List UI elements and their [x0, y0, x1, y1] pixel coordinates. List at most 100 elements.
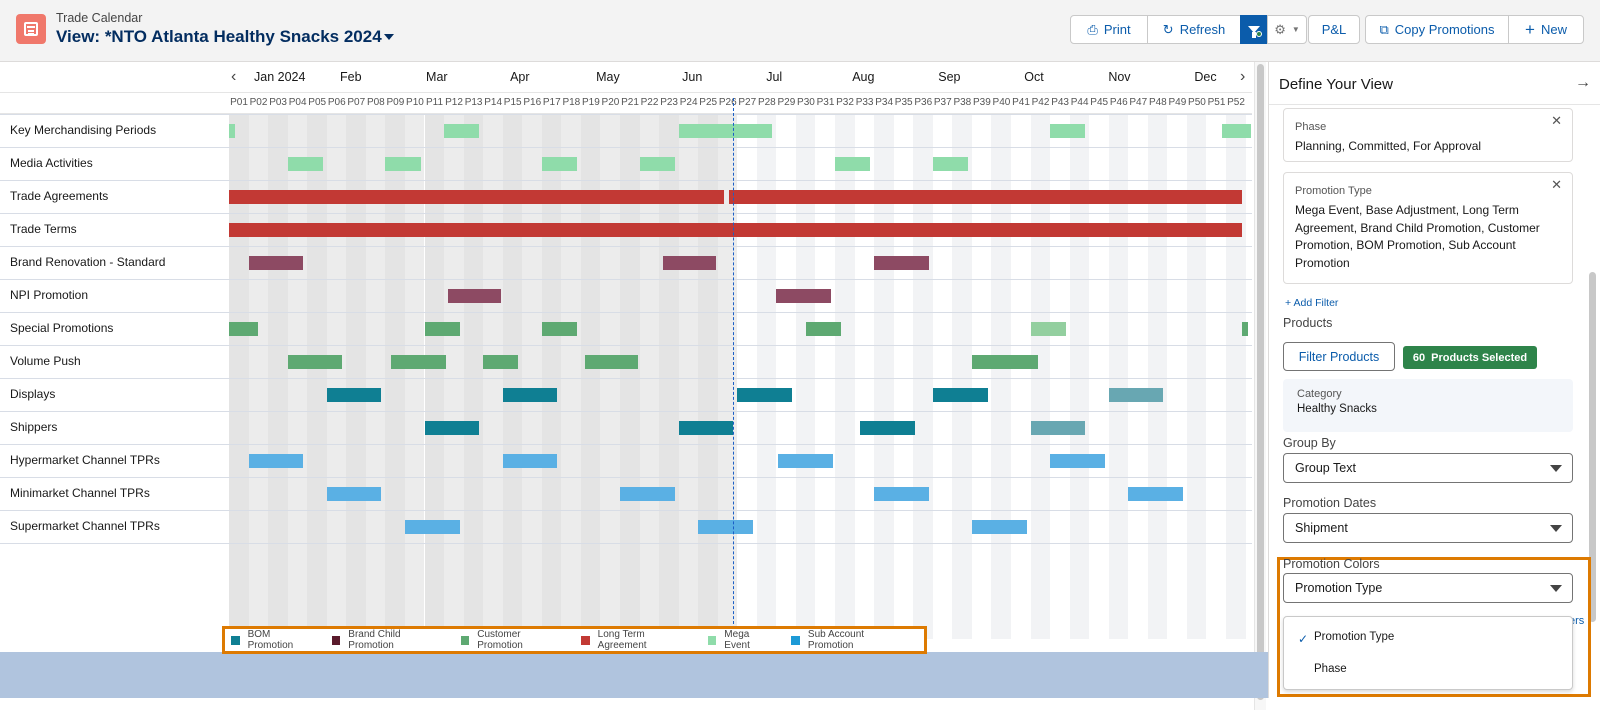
promotion-bar[interactable]	[502, 388, 558, 402]
filter-products-button[interactable]: Filter Products	[1283, 342, 1395, 371]
collapse-panel-arrow-icon[interactable]: →	[1575, 74, 1591, 92]
promotion-bar[interactable]	[444, 124, 480, 138]
close-icon[interactable]: ✕	[1551, 113, 1562, 129]
legend-swatch	[231, 635, 240, 645]
page-header: Trade Calendar View: *NTO Atlanta Health…	[0, 0, 1600, 62]
pl-button[interactable]: P&L	[1308, 15, 1360, 44]
promotion-bar[interactable]	[1222, 124, 1252, 138]
promotion-bar[interactable]	[639, 157, 675, 171]
filter-value: Mega Event, Base Adjustment, Long Term A…	[1295, 203, 1540, 270]
promotion-bar[interactable]	[229, 223, 1242, 237]
promotion-bar[interactable]	[483, 355, 519, 369]
promotion-bar[interactable]	[404, 520, 460, 534]
printer-icon: ⎙	[1087, 21, 1098, 37]
month-header: ‹ Jan 2024 Feb Mar Apr May Jun Jul Aug Sep Oct Nov…	[0, 62, 1252, 93]
promotion-bar[interactable]	[541, 157, 577, 171]
promotion-bar[interactable]	[874, 256, 929, 270]
promotion-bar[interactable]	[447, 289, 501, 303]
refresh-button[interactable]: ↻ Refresh	[1147, 15, 1241, 44]
copy-promotions-button[interactable]: ⧉ Copy Promotions	[1365, 15, 1509, 44]
promotion-bar[interactable]	[1241, 322, 1248, 336]
promotion-bar[interactable]	[502, 454, 558, 468]
promotion-bar[interactable]	[971, 520, 1027, 534]
promotion-bar[interactable]	[229, 190, 724, 204]
month-label: Aug	[852, 70, 875, 84]
group-by-label: Group By	[1283, 436, 1336, 450]
close-icon[interactable]: ✕	[1551, 177, 1562, 193]
period-label: P26	[718, 97, 737, 108]
promotion-bar[interactable]	[584, 355, 638, 369]
print-label: Print	[1103, 22, 1131, 37]
next-period-arrow-icon[interactable]: ›	[1240, 68, 1245, 86]
promotion-bar[interactable]	[1030, 322, 1066, 336]
calendar-vertical-scrollbar[interactable]	[1254, 62, 1266, 710]
promotion-bar[interactable]	[737, 388, 793, 402]
promotion-bar[interactable]	[541, 322, 577, 336]
promotion-colors-select[interactable]: Promotion Type	[1283, 573, 1573, 603]
promotion-bar[interactable]	[424, 322, 460, 336]
promotion-bar[interactable]	[1050, 454, 1105, 468]
trade-calendar: ‹ Jan 2024 Feb Mar Apr May Jun Jul Aug Sep Oct Nov…	[0, 62, 1268, 710]
copy-promotions-label: Copy Promotions	[1394, 22, 1495, 37]
add-filter-link[interactable]: + Add Filter	[1285, 297, 1338, 309]
calendar-grid: Key Merchandising Periods Media Activitie…	[0, 114, 1252, 639]
month-label: Jan 2024	[254, 70, 306, 84]
filter-card-promotion-type[interactable]: Promotion Type Mega Event, Base Adjustme…	[1283, 172, 1573, 284]
promotion-bar[interactable]	[326, 487, 382, 501]
promotion-dates-select[interactable]: Shipment	[1283, 513, 1573, 543]
group-by-select[interactable]: Group Text	[1283, 453, 1573, 483]
period-label: P14	[484, 97, 503, 108]
promotion-bar[interactable]	[678, 124, 773, 138]
dropdown-option-phase[interactable]: Phase	[1314, 663, 1347, 675]
promotion-bar[interactable]	[287, 355, 343, 369]
products-label: Products	[1283, 316, 1333, 330]
calendar-horizontal-scroll-area[interactable]	[0, 652, 1268, 698]
period-label: P47	[1129, 97, 1148, 108]
view-title[interactable]: View: *NTO Atlanta Healthy Snacks 2024	[56, 27, 382, 47]
month-label: Nov	[1108, 70, 1131, 84]
promotion-bar[interactable]	[805, 322, 841, 336]
promotion-bar[interactable]	[932, 388, 988, 402]
view-switcher-caret-icon[interactable]	[384, 34, 394, 40]
period-label: P41	[1012, 97, 1030, 108]
settings-menu-button[interactable]: ⚙ ▼	[1267, 15, 1307, 44]
filter-card-phase[interactable]: Phase Planning, Committed, For Approval …	[1283, 108, 1573, 162]
promotion-bar[interactable]	[835, 157, 871, 171]
promotion-bar[interactable]	[971, 355, 1039, 369]
promotion-dates-value: Shipment	[1295, 521, 1348, 535]
promotion-bar[interactable]	[1050, 124, 1086, 138]
promotion-bar[interactable]	[287, 157, 323, 171]
promotion-bar[interactable]	[663, 256, 716, 270]
promotion-bar[interactable]	[776, 289, 832, 303]
row-label: Brand Renovation - Standard	[10, 255, 166, 269]
promotion-bar[interactable]	[678, 421, 734, 435]
print-button[interactable]: ⎙ Print	[1070, 15, 1148, 44]
promotion-bar[interactable]	[326, 388, 382, 402]
promotion-bar[interactable]	[248, 256, 304, 270]
promotion-bar[interactable]	[860, 421, 916, 435]
row-label: Hypermarket Channel TPRs	[10, 453, 160, 467]
new-button[interactable]: + New	[1508, 15, 1584, 44]
promotion-bar[interactable]	[229, 322, 259, 336]
promotion-bar[interactable]	[620, 487, 675, 501]
promotion-bar[interactable]	[1108, 388, 1164, 402]
promotion-bar[interactable]	[248, 454, 304, 468]
filter-toggle-button[interactable]	[1240, 15, 1268, 44]
promotion-bar[interactable]	[391, 355, 446, 369]
promotion-bar[interactable]	[424, 421, 480, 435]
promotion-bar[interactable]	[932, 157, 968, 171]
promotion-bar[interactable]	[1030, 421, 1086, 435]
promotion-bar[interactable]	[698, 520, 753, 534]
legend-label: Long Term Agreement	[597, 629, 647, 651]
period-label: P16	[523, 97, 542, 108]
promotion-bar[interactable]	[874, 487, 929, 501]
promotion-bar[interactable]	[229, 124, 235, 138]
promotion-bar[interactable]	[385, 157, 421, 171]
promotion-bar[interactable]	[1128, 487, 1184, 501]
promotion-bar[interactable]	[778, 454, 834, 468]
period-label: P04	[288, 97, 307, 108]
period-label: P09	[386, 97, 405, 108]
dropdown-option-promotion-type[interactable]: Promotion Type	[1314, 631, 1394, 643]
previous-period-arrow-icon[interactable]: ‹	[231, 68, 236, 86]
promotion-bar[interactable]	[729, 190, 1242, 204]
